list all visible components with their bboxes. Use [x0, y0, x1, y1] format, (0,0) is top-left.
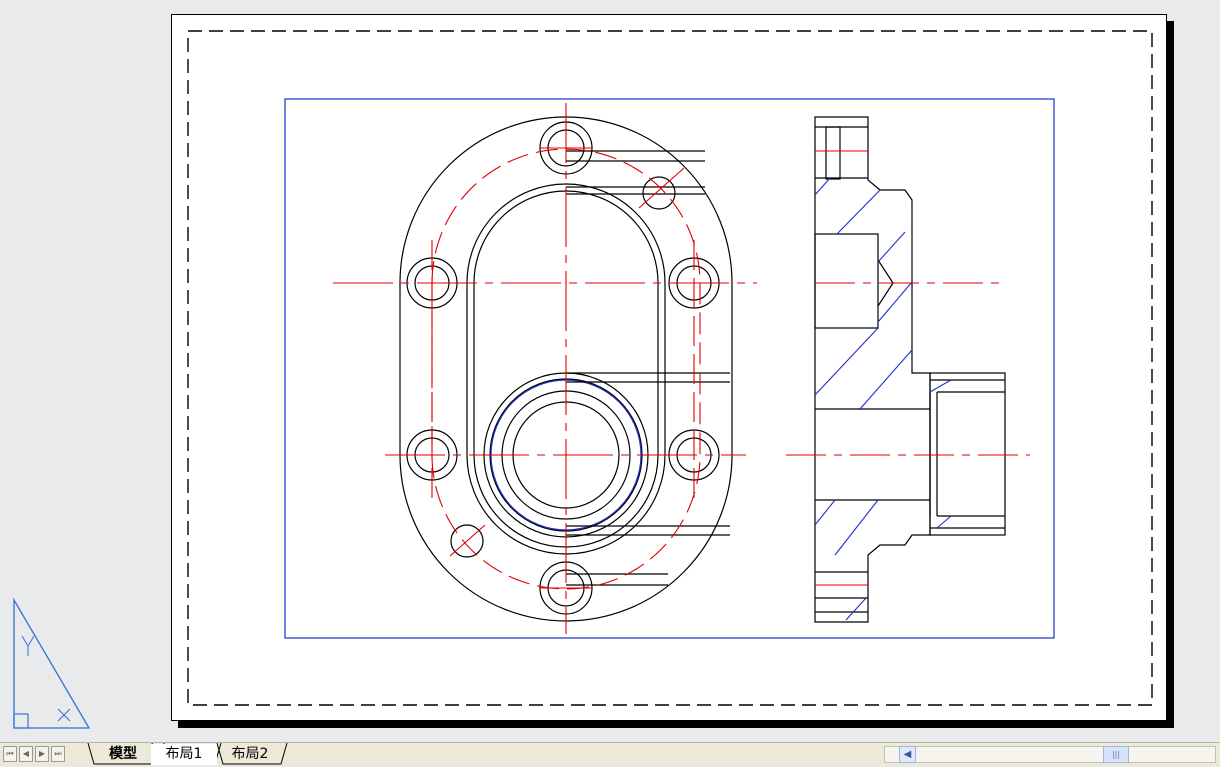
previous-tab-icon[interactable]: ◀ — [19, 746, 33, 762]
next-tab-icon[interactable]: ▶ — [35, 746, 49, 762]
ucs-icon — [13, 597, 91, 729]
drawing-view — [187, 30, 1153, 706]
front-centerlines — [333, 103, 757, 634]
bolt-holes — [406, 121, 720, 615]
horizontal-scrollbar[interactable] — [884, 746, 1216, 763]
side-view — [814, 116, 1006, 623]
side-centerlines — [786, 150, 1030, 586]
layout-tab-bar: ⏮ ◀ ▶ ⏭ 模型 布局1 布局2 ◀ ||| — [0, 742, 1220, 766]
scroll-thumb[interactable]: ||| — [1103, 746, 1129, 763]
tab-model[interactable]: 模型 — [95, 744, 151, 765]
side-profile — [814, 116, 931, 623]
tab-layout2[interactable]: 布局2 — [217, 744, 283, 765]
boss-flange — [929, 372, 1006, 536]
printable-area-border — [187, 30, 1153, 706]
last-tab-icon[interactable]: ⏭ — [51, 746, 65, 762]
scroll-left-icon[interactable]: ◀ — [899, 746, 916, 763]
tab-layout1[interactable]: 布局1 — [151, 744, 217, 765]
first-tab-icon[interactable]: ⏮ — [3, 746, 17, 762]
drawing-canvas[interactable] — [0, 0, 1220, 742]
